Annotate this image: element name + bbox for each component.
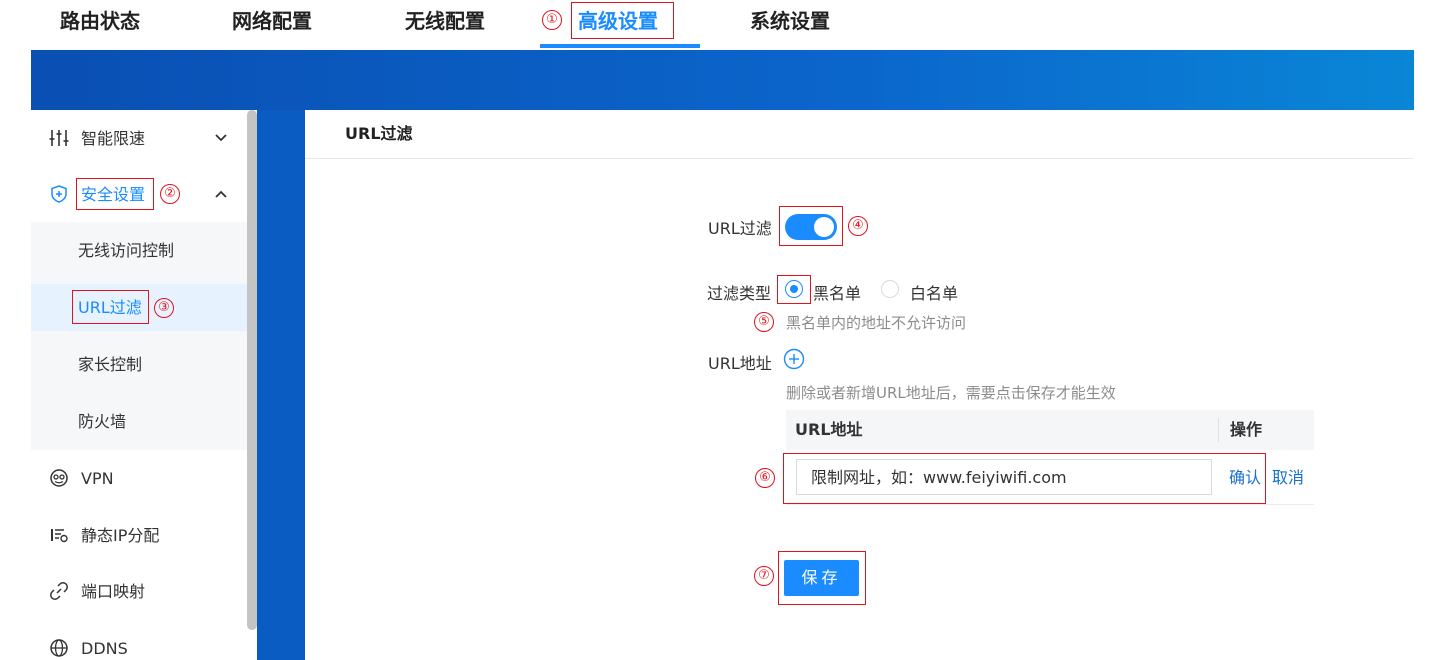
frame-divider	[257, 110, 305, 660]
sidebar-item-smart-speed-limit[interactable]: 智能限速	[31, 110, 247, 167]
url-input[interactable]	[796, 459, 1212, 495]
link-icon	[50, 582, 68, 600]
url-address-label: URL地址	[708, 354, 772, 373]
confirm-button[interactable]: 确认	[1229, 450, 1261, 505]
sidebar-item-label: 端口映射	[81, 582, 146, 601]
filter-type-label: 过滤类型	[707, 284, 772, 303]
sidebar-item-label: 智能限速	[81, 129, 146, 148]
sidebar-item-vpn[interactable]: VPN	[31, 450, 247, 507]
sidebar-subitem-label: 防火墙	[78, 412, 127, 431]
url-filter-toggle[interactable]	[785, 214, 837, 240]
sidebar-item-static-ip[interactable]: 静态IP分配	[31, 507, 247, 564]
shield-plus-icon	[51, 185, 67, 203]
sidebar-subitem-parental-control[interactable]: 家长控制	[31, 341, 247, 388]
column-header-url: URL地址	[795, 420, 863, 439]
filter-type-hint: 黑名单内的地址不允许访问	[786, 314, 967, 332]
sidebar-item-label: 安全设置	[81, 185, 146, 204]
annotation-marker-4: ④	[848, 216, 868, 236]
url-address-hint: 删除或者新增URL地址后，需要点击保存才能生效	[786, 384, 1116, 402]
annotation-marker-7: ⑦	[754, 566, 774, 586]
main-panel: URL过滤 URL过滤 过滤类型 黑名单 白名单 黑名单内的地址不允许访问 UR…	[305, 110, 1414, 660]
column-header-action: 操作	[1230, 420, 1263, 439]
annotation-marker-2: ②	[160, 184, 180, 204]
url-table-header: URL地址 操作	[786, 410, 1314, 450]
chevron-down-icon	[215, 134, 227, 142]
radio-blacklist[interactable]	[785, 280, 803, 298]
title-divider	[305, 158, 1414, 159]
sidebar-item-label: DDNS	[81, 639, 128, 658]
chevron-up-icon	[215, 190, 227, 198]
sidebar-subitem-url-filter[interactable]: URL过滤	[31, 284, 251, 331]
sidebar-item-label: VPN	[81, 469, 114, 488]
sidebar-scrollbar[interactable]	[247, 110, 257, 630]
sidebar-subitem-label: 无线访问控制	[78, 241, 175, 260]
ip-list-icon	[51, 529, 68, 543]
nav-tab-advanced-settings[interactable]: 高级设置	[578, 0, 658, 50]
nav-active-underline	[540, 44, 700, 48]
globe-icon	[50, 639, 68, 657]
nav-tab-wireless-config[interactable]: 无线配置	[405, 0, 485, 50]
sidebar-subitem-wireless-access-control[interactable]: 无线访问控制	[31, 227, 247, 274]
sliders-icon	[49, 130, 69, 146]
url-filter-label: URL过滤	[708, 219, 772, 238]
add-circle-icon[interactable]	[783, 348, 805, 370]
sidebar: 智能限速 安全设置 无线访问控制 URL过滤 家长控制 防火墙 VPN 静态IP…	[31, 110, 257, 660]
annotation-marker-3: ③	[154, 298, 174, 318]
sidebar-subitem-label: URL过滤	[78, 298, 142, 317]
sidebar-item-ddns[interactable]: DDNS	[31, 620, 247, 660]
nav-tab-network-config[interactable]: 网络配置	[232, 0, 312, 50]
sidebar-item-port-mapping[interactable]: 端口映射	[31, 563, 247, 620]
sidebar-subitem-label: 家长控制	[78, 355, 143, 374]
cancel-button[interactable]: 取消	[1272, 450, 1304, 505]
radio-whitelist-label[interactable]: 白名单	[910, 280, 958, 304]
nav-tab-system-settings[interactable]: 系统设置	[750, 0, 830, 50]
page-title: URL过滤	[345, 124, 413, 143]
vpn-icon	[50, 469, 68, 487]
annotation-marker-6: ⑥	[755, 468, 775, 488]
header-banner	[31, 50, 1414, 110]
toggle-knob	[814, 217, 834, 237]
table-row: 确认 取消	[786, 450, 1314, 505]
annotation-marker-1: ①	[542, 10, 562, 30]
top-navigation: 路由状态 网络配置 无线配置 高级设置 系统设置	[0, 0, 1440, 50]
nav-tab-router-status[interactable]: 路由状态	[60, 0, 140, 50]
radio-whitelist[interactable]	[881, 280, 899, 298]
save-button[interactable]: 保存	[784, 560, 859, 596]
column-separator	[1218, 418, 1219, 442]
sidebar-item-label: 静态IP分配	[81, 526, 160, 545]
annotation-marker-5: ⑤	[754, 312, 774, 332]
sidebar-item-security-settings[interactable]: 安全设置	[31, 166, 247, 223]
sidebar-subitem-firewall[interactable]: 防火墙	[31, 398, 247, 445]
radio-blacklist-label[interactable]: 黑名单	[813, 280, 861, 304]
